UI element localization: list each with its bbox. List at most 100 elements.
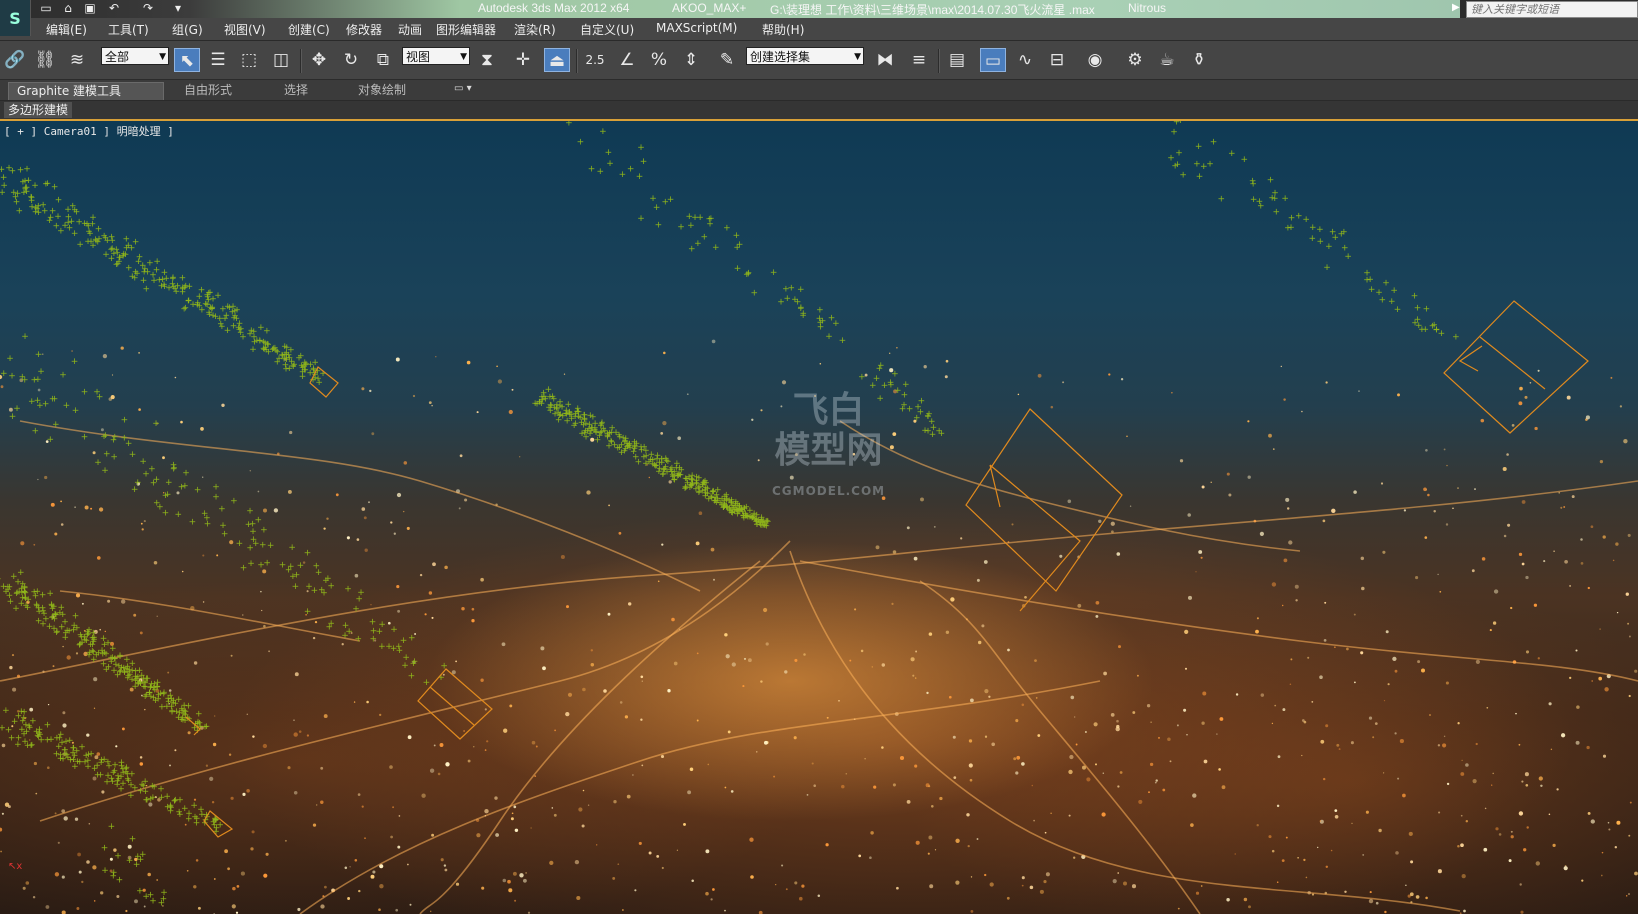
new-file-icon[interactable]: ▭ [38, 1, 54, 15]
menu-rendering[interactable]: 渲染(R) [514, 21, 556, 38]
svg-text:+: + [324, 574, 332, 584]
graphite-toggle-icon[interactable]: ▭ [980, 48, 1006, 72]
svg-text:+: + [706, 214, 714, 224]
app-logo-icon[interactable]: S [0, 0, 31, 36]
svg-text:+: + [315, 378, 323, 388]
menu-tools[interactable]: 工具(T) [108, 21, 149, 38]
rectangular-selection-icon[interactable]: ⬚ [236, 48, 262, 72]
menu-animation[interactable]: 动画 [398, 21, 422, 38]
render-setup-icon[interactable]: ⚙ [1122, 48, 1148, 72]
svg-text:+: + [81, 388, 89, 398]
emitter-gizmo-large-right[interactable] [1443, 300, 1589, 434]
svg-text:+: + [869, 381, 877, 391]
tab-object-paint[interactable]: 对象绘制 [350, 82, 414, 99]
select-object-icon[interactable]: ⬉ [174, 48, 200, 72]
percent-snap-icon[interactable]: % [646, 48, 672, 72]
edit-named-selection-icon[interactable]: ✎ [714, 48, 740, 72]
menu-group[interactable]: 组(G) [172, 21, 203, 38]
svg-text:+: + [298, 361, 306, 371]
svg-text:+: + [101, 866, 109, 876]
svg-text:+: + [167, 807, 175, 817]
schematic-view-icon[interactable]: ⊟ [1044, 48, 1070, 72]
svg-text:+: + [770, 268, 778, 278]
keyboard-shortcut-override-icon[interactable]: ⏏ [544, 48, 570, 72]
rendered-frame-window-icon[interactable]: ☕ [1154, 48, 1180, 72]
svg-text:+: + [56, 733, 64, 743]
ribbon-options-icon[interactable]: ▭ ▾ [454, 83, 472, 94]
camera-viewport[interactable]: + + + + + + + + + + + + + + + + + + + + + + + + + + + + + + + + + + + + + + + +… [0, 121, 1638, 914]
tab-freeform[interactable]: 自由形式 [176, 82, 240, 99]
layer-manager-icon[interactable]: ▤ [944, 48, 970, 72]
svg-text:+: + [881, 381, 889, 391]
svg-text:+: + [31, 375, 39, 385]
chevron-down-icon: ▼ [854, 52, 861, 62]
render-production-icon[interactable]: ⚱ [1186, 48, 1212, 72]
svg-text:+: + [129, 835, 137, 845]
menu-maxscript[interactable]: MAXScript(M) [656, 21, 737, 35]
viewport-label[interactable]: [ + ] Camera01 ] 明暗处理 ] [4, 123, 174, 139]
open-file-icon[interactable]: ⌂ [60, 1, 76, 15]
search-box[interactable] [1466, 1, 1638, 18]
svg-text:+: + [638, 446, 646, 456]
svg-text:+: + [326, 622, 334, 632]
panel-polygon-modeling[interactable]: 多边形建模 [4, 102, 73, 118]
svg-text:+: + [59, 371, 67, 381]
curve-editor-icon[interactable]: ∿ [1012, 48, 1038, 72]
svg-text:+: + [53, 749, 61, 759]
svg-text:+: + [158, 793, 166, 803]
menu-graph-editors[interactable]: 图形编辑器 [436, 21, 496, 38]
mirror-icon[interactable]: ⧓ [872, 48, 898, 72]
move-icon[interactable]: ✥ [306, 48, 332, 72]
watermark-url: CGMODEL.COM [772, 484, 886, 498]
menu-modifiers[interactable]: 修改器 [346, 21, 382, 38]
tab-graphite-modeling[interactable]: Graphite 建模工具 [8, 82, 164, 100]
rotate-icon[interactable]: ↻ [338, 48, 364, 72]
svg-text:+: + [929, 430, 937, 440]
material-editor-icon[interactable]: ◉ [1082, 48, 1108, 72]
emitter-gizmo-center[interactable] [965, 408, 1123, 612]
unlink-icon[interactable]: ⛓ [32, 48, 58, 72]
spinner-snap-icon[interactable]: ⇕ [678, 48, 704, 72]
svg-text:+: + [31, 181, 39, 191]
reference-coordinate-dropdown[interactable]: 视图 ▼ [402, 47, 470, 65]
redo-icon[interactable]: ↷ [140, 1, 156, 15]
angle-snap-icon[interactable]: ∠ [614, 48, 640, 72]
select-and-link-icon[interactable]: 🔗 [2, 48, 28, 72]
tab-selection[interactable]: 选择 [276, 82, 316, 99]
svg-text:+: + [144, 267, 152, 277]
named-selection-dropdown[interactable]: 创建选择集 ▼ [746, 47, 864, 65]
bind-space-warp-icon[interactable]: ≋ [64, 48, 90, 72]
svg-text:+: + [740, 513, 748, 523]
svg-text:+: + [35, 350, 43, 360]
window-crossing-icon[interactable]: ◫ [268, 48, 294, 72]
svg-text:+: + [135, 257, 143, 267]
svg-text:+: + [19, 373, 27, 383]
menu-help[interactable]: 帮助(H) [762, 21, 804, 38]
svg-text:+: + [734, 264, 742, 274]
svg-text:+: + [1267, 175, 1275, 185]
svg-text:+: + [230, 496, 238, 506]
select-by-name-icon[interactable]: ☰ [205, 48, 231, 72]
menu-views[interactable]: 视图(V) [224, 21, 266, 38]
align-icon[interactable]: ≡ [906, 48, 932, 72]
svg-text:+: + [150, 479, 158, 489]
scale-icon[interactable]: ⧉ [370, 48, 396, 72]
selection-filter-dropdown[interactable]: 全部 ▼ [101, 47, 169, 65]
svg-text:+: + [914, 403, 922, 413]
menu-edit[interactable]: 编辑(E) [46, 21, 87, 38]
title-bar: S ▭ ⌂ ▣ ↶ ↷ ▾ Autodesk 3ds Max 2012 x64 … [0, 0, 1638, 36]
snap-toggle-icon[interactable]: 2.5 [582, 48, 608, 72]
search-input[interactable] [1467, 2, 1637, 17]
svg-text:+: + [204, 520, 212, 530]
menu-customize[interactable]: 自定义(U) [580, 21, 634, 38]
undo-icon[interactable]: ↶ [106, 1, 122, 15]
pivot-center-icon[interactable]: ⧗ [474, 48, 500, 72]
svg-text:+: + [1281, 194, 1289, 204]
svg-text:+: + [411, 657, 419, 667]
save-file-icon[interactable]: ▣ [82, 1, 98, 15]
search-expand-icon[interactable]: ▶ [1452, 2, 1460, 13]
select-manipulate-icon[interactable]: ✛ [510, 48, 536, 72]
menu-create[interactable]: 创建(C) [288, 21, 330, 38]
quick-access-dropdown-icon[interactable]: ▾ [170, 1, 186, 15]
svg-text:+: + [172, 287, 180, 297]
